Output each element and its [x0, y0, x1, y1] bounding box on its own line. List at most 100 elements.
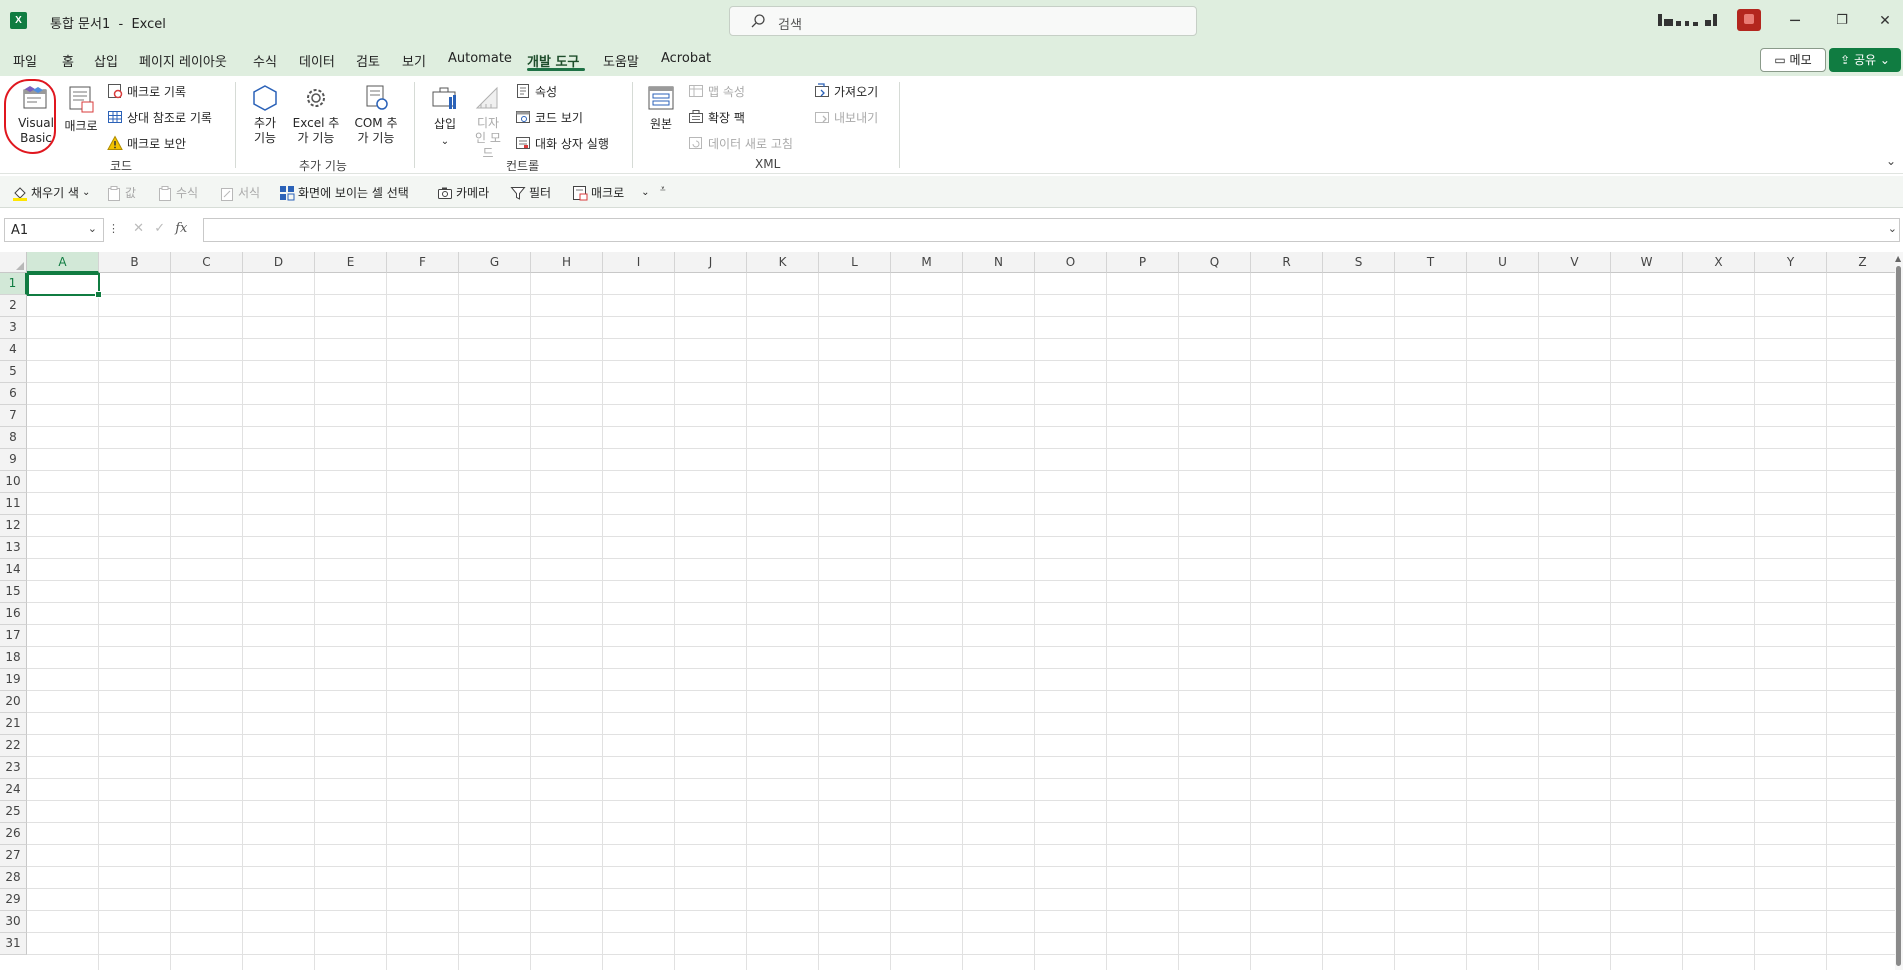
column-header-v[interactable]: V [1539, 252, 1611, 273]
row-header-13[interactable]: 13 [0, 537, 27, 559]
map-properties-button[interactable]: 맵 속성 [688, 81, 745, 101]
tab-page-layout[interactable]: 페이지 레이아웃 [139, 51, 227, 70]
view-code-button[interactable]: 코드 보기 [515, 107, 583, 127]
addins-button[interactable]: 추가 기능 [244, 84, 286, 146]
tab-insert[interactable]: 삽입 [94, 51, 118, 70]
tab-data[interactable]: 데이터 [299, 51, 335, 70]
tab-formulas[interactable]: 수식 [253, 51, 277, 70]
select-all-button[interactable] [0, 252, 27, 273]
camera-button[interactable]: 카메라 [437, 184, 489, 201]
column-header-g[interactable]: G [459, 252, 531, 273]
tab-help[interactable]: 도움말 [603, 51, 639, 70]
record-macro-button[interactable]: 매크로 기록 [107, 81, 186, 101]
row-header-9[interactable]: 9 [0, 449, 27, 471]
column-header-x[interactable]: X [1683, 252, 1755, 273]
tab-home[interactable]: 홈 [62, 51, 74, 70]
row-header-25[interactable]: 25 [0, 801, 27, 823]
column-header-c[interactable]: C [171, 252, 243, 273]
tab-automate[interactable]: Automate [448, 51, 512, 66]
properties-button[interactable]: 속성 [515, 81, 557, 101]
row-header-1[interactable]: 1 [0, 273, 27, 295]
filter-button[interactable]: 필터 [510, 184, 551, 201]
column-header-i[interactable]: I [603, 252, 675, 273]
row-header-4[interactable]: 4 [0, 339, 27, 361]
import-button[interactable]: 가져오기 [814, 81, 878, 101]
column-header-b[interactable]: B [99, 252, 171, 273]
design-mode-button[interactable]: 디자인 모드 [466, 84, 510, 161]
row-header-12[interactable]: 12 [0, 515, 27, 537]
name-box[interactable]: A1 ⌄ [4, 218, 104, 242]
paste-values-button[interactable]: 값 [106, 184, 136, 201]
column-header-h[interactable]: H [531, 252, 603, 273]
column-header-f[interactable]: F [387, 252, 459, 273]
column-header-d[interactable]: D [243, 252, 315, 273]
row-header-7[interactable]: 7 [0, 405, 27, 427]
column-header-p[interactable]: P [1107, 252, 1179, 273]
column-header-q[interactable]: Q [1179, 252, 1251, 273]
expansion-packs-button[interactable]: 확장 팩 [688, 107, 745, 127]
cancel-entry-icon[interactable]: ✕ [133, 221, 144, 236]
select-visible-cells-button[interactable]: 화면에 보이는 셀 선택 [279, 184, 409, 201]
column-header-o[interactable]: O [1035, 252, 1107, 273]
column-header-j[interactable]: J [675, 252, 747, 273]
cell-area[interactable] [27, 273, 1895, 970]
row-header-30[interactable]: 30 [0, 911, 27, 933]
column-header-s[interactable]: S [1323, 252, 1395, 273]
user-name[interactable] [1658, 14, 1738, 26]
row-header-27[interactable]: 27 [0, 845, 27, 867]
close-button[interactable]: ✕ [1865, 8, 1903, 34]
excel-addins-button[interactable]: Excel 추가 기능 [288, 84, 344, 146]
row-header-11[interactable]: 11 [0, 493, 27, 515]
column-header-z[interactable]: Z [1827, 252, 1899, 273]
paste-formatting-button[interactable]: 서식 [219, 184, 260, 201]
customize-toolbar-button[interactable]: ⩡ [660, 184, 666, 195]
scrollbar-thumb[interactable] [1896, 266, 1901, 966]
minimize-button[interactable]: ─ [1775, 8, 1815, 34]
row-header-29[interactable]: 29 [0, 889, 27, 911]
column-header-n[interactable]: N [963, 252, 1035, 273]
run-dialog-button[interactable]: 대화 상자 실행 [515, 133, 609, 153]
restore-button[interactable]: ❐ [1822, 8, 1862, 34]
column-header-l[interactable]: L [819, 252, 891, 273]
user-avatar[interactable] [1737, 9, 1761, 31]
column-header-t[interactable]: T [1395, 252, 1467, 273]
column-header-e[interactable]: E [315, 252, 387, 273]
row-header-19[interactable]: 19 [0, 669, 27, 691]
active-cell-a1[interactable] [27, 273, 102, 298]
insert-function-icon[interactable]: fx [175, 221, 187, 236]
share-button[interactable]: ⇪ 공유 ⌄ [1829, 48, 1901, 72]
row-header-18[interactable]: 18 [0, 647, 27, 669]
macro-quick-button[interactable]: 매크로 ⌄ [572, 184, 650, 201]
row-header-8[interactable]: 8 [0, 427, 27, 449]
row-header-17[interactable]: 17 [0, 625, 27, 647]
paste-formulas-button[interactable]: 수식 [157, 184, 198, 201]
memo-button[interactable]: ▭ 메모 [1760, 48, 1826, 72]
row-header-24[interactable]: 24 [0, 779, 27, 801]
tab-file[interactable]: 파일 [13, 51, 37, 70]
row-header-20[interactable]: 20 [0, 691, 27, 713]
column-header-y[interactable]: Y [1755, 252, 1827, 273]
com-addins-button[interactable]: COM 추가 기능 [348, 84, 404, 146]
confirm-entry-icon[interactable]: ✓ [154, 221, 165, 236]
row-header-16[interactable]: 16 [0, 603, 27, 625]
column-header-k[interactable]: K [747, 252, 819, 273]
row-header-3[interactable]: 3 [0, 317, 27, 339]
column-header-w[interactable]: W [1611, 252, 1683, 273]
column-header-u[interactable]: U [1467, 252, 1539, 273]
row-header-15[interactable]: 15 [0, 581, 27, 603]
column-header-m[interactable]: M [891, 252, 963, 273]
row-header-6[interactable]: 6 [0, 383, 27, 405]
row-header-26[interactable]: 26 [0, 823, 27, 845]
row-header-21[interactable]: 21 [0, 713, 27, 735]
scroll-up-arrow-icon[interactable]: ▲ [1895, 254, 1901, 263]
export-button[interactable]: 내보내기 [814, 107, 878, 127]
formula-input[interactable]: ⌄ [203, 218, 1900, 242]
macro-security-button[interactable]: 매크로 보안 [107, 133, 186, 153]
tab-view[interactable]: 보기 [402, 51, 426, 70]
worksheet-grid[interactable]: ABCDEFGHIJKLMNOPQRSTUVWXYZ 1 2 3 4 5 6 7 8 9 10 11… [0, 252, 1903, 970]
column-header-r[interactable]: R [1251, 252, 1323, 273]
xml-source-button[interactable]: 원본 [644, 84, 678, 132]
row-header-10[interactable]: 10 [0, 471, 27, 493]
row-header-5[interactable]: 5 [0, 361, 27, 383]
relative-reference-button[interactable]: 상대 참조로 기록 [107, 107, 212, 127]
